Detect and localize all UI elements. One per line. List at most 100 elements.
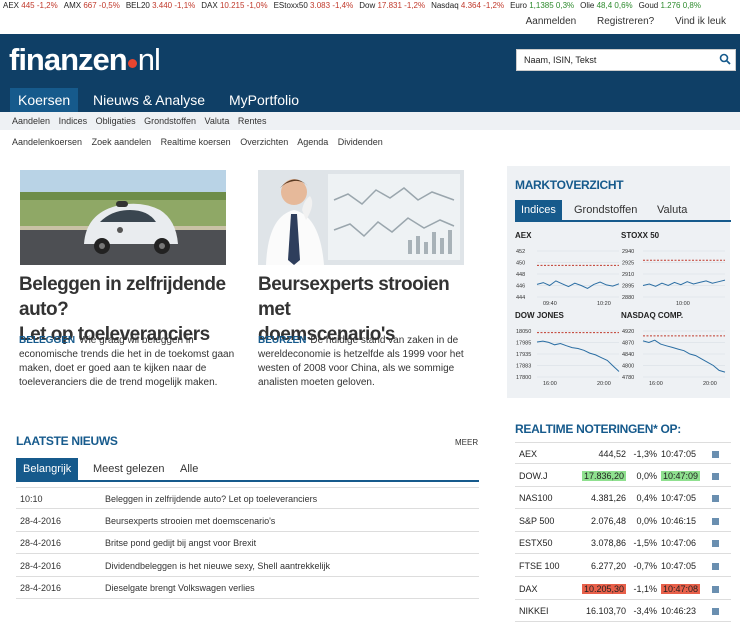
realtime-row[interactable]: S&P 500 2.076,48 0,0% 10:46:15 xyxy=(515,510,731,532)
calendar-icon[interactable] xyxy=(712,517,719,525)
quote-name[interactable]: S&P 500 xyxy=(519,510,554,532)
subnav-obligaties[interactable]: Obligaties xyxy=(96,116,136,126)
news-title[interactable]: Beleggen in zelfrijdende auto? Let op to… xyxy=(105,488,317,510)
ticker-item[interactable]: Olie 48,4 0,6% xyxy=(580,1,633,10)
subnav-agenda[interactable]: Agenda xyxy=(297,137,328,147)
news-row[interactable]: 28-4-2016 Beursexperts strooien met doems… xyxy=(16,510,479,532)
quote-name[interactable]: AEX xyxy=(519,443,537,465)
tab-belangrijk[interactable]: Belangrijk xyxy=(16,458,79,480)
subnav-indices[interactable]: Indices xyxy=(59,116,88,126)
news-title[interactable]: Britse pond gedijt bij angst voor Brexit xyxy=(105,532,256,554)
quote-value-text: 444,52 xyxy=(598,449,626,459)
article-image-broker[interactable] xyxy=(258,170,464,265)
tab-valuta[interactable]: Valuta xyxy=(651,200,693,220)
site-logo[interactable]: finanzen nl xyxy=(9,42,161,78)
mini-chart[interactable]: STOXX 50 2940 2925 2910 2895 2880 10:00 xyxy=(621,231,727,307)
article-image-car[interactable] xyxy=(20,170,226,265)
ticker-name: Nasdaq xyxy=(431,1,459,10)
tab-indices[interactable]: Indices xyxy=(515,200,562,220)
like-link[interactable]: Vind ik leuk xyxy=(675,16,726,27)
news-title[interactable]: Dieselgate brengt Volkswagen verlies xyxy=(105,577,255,599)
calendar-icon[interactable] xyxy=(712,563,719,570)
realtime-row[interactable]: AEX 444,52 -1,3% 10:47:05 xyxy=(515,442,731,464)
quote-change: 0,0% xyxy=(636,515,657,526)
quote-name[interactable]: FTSE 100 xyxy=(519,555,560,577)
mini-chart[interactable]: AEX 452 450 448 446 444 09:40 10:20 xyxy=(515,231,621,307)
quote-value: 10.205,30 xyxy=(571,578,626,600)
subnav-valuta[interactable]: Valuta xyxy=(205,116,230,126)
news-row[interactable]: 28-4-2016 Dieselgate brengt Volkswagen ve… xyxy=(16,577,479,599)
ticker-item[interactable]: AMX 667 -0,5% xyxy=(64,1,120,10)
login-link[interactable]: Aanmelden xyxy=(526,16,577,27)
realtime-row[interactable]: ESTX50 3.078,86 -1,5% 10:47:06 xyxy=(515,532,731,555)
mini-chart-title: DOW JONES xyxy=(515,311,564,320)
mini-chart[interactable]: NASDAQ COMP. 4920 4870 4840 4800 4780 16:00 20:… xyxy=(621,311,727,387)
realtime-row[interactable]: DAX 10.205,30 -1,1% 10:47:08 xyxy=(515,578,731,600)
calendar-icon[interactable] xyxy=(712,495,719,503)
news-title[interactable]: Dividendbeleggen is het nieuwe sexy, She… xyxy=(105,555,330,577)
ticker-name: BEL20 xyxy=(125,1,150,10)
quote-value-text: 4.381,26 xyxy=(590,493,626,504)
article-title-2-line1[interactable]: Beursexperts strooien met xyxy=(258,272,483,322)
calendar-icon[interactable] xyxy=(712,585,719,593)
calendar-icon[interactable] xyxy=(712,451,719,458)
tab-meest-gelezen[interactable]: Meest gelezen xyxy=(86,458,172,480)
ticker-item[interactable]: AEX 445 -1,2% xyxy=(3,1,58,10)
more-news-link[interactable]: MEER xyxy=(455,438,478,447)
ticker-change: 0,8% xyxy=(682,1,701,10)
ticker-item[interactable]: Nasdaq 4.364 -1,2% xyxy=(431,1,504,10)
register-link[interactable]: Registreren? xyxy=(597,16,654,27)
calendar-icon[interactable] xyxy=(712,472,719,480)
quote-time-text: 10:47:05 xyxy=(661,493,697,504)
quote-name[interactable]: ESTX50 xyxy=(519,532,553,554)
quote-name[interactable]: NIKKEI xyxy=(519,600,549,622)
y-tick-label: 17985 xyxy=(516,341,531,347)
subnav-aandelenkoersen[interactable]: Aandelenkoersen xyxy=(12,137,82,147)
quote-value-text: 10.205,30 xyxy=(581,583,626,594)
mini-chart[interactable]: DOW JONES 18050 17985 17935 17883 17800 16:00 2… xyxy=(515,311,621,387)
subnav-overzichten[interactable]: Overzichten xyxy=(240,137,288,147)
subnav-realtime-koersen[interactable]: Realtime koersen xyxy=(161,137,231,147)
subnav-zoek-aandelen[interactable]: Zoek aandelen xyxy=(92,137,152,147)
news-row[interactable]: 10:10 Beleggen in zelfrijdende auto? Let … xyxy=(16,487,479,509)
ticker-item[interactable]: DAX 10.215 -1,0% xyxy=(201,1,267,10)
ticker-item[interactable]: BEL20 3.440 -1,1% xyxy=(126,1,195,10)
news-date: 10:10 xyxy=(20,494,43,504)
sub-nav-secondary: Aandelenkoersen Zoek aandelen Realtime k… xyxy=(0,134,740,150)
realtime-row[interactable]: DOW.J 17.836,20 0,0% 10:47:09 xyxy=(515,465,731,487)
ticker-change: -1,2% xyxy=(36,1,58,10)
subnav-grondstoffen[interactable]: Grondstoffen xyxy=(144,116,196,126)
search-icon[interactable] xyxy=(719,53,731,65)
calendar-icon[interactable] xyxy=(712,608,719,616)
ticker-name: Olie xyxy=(580,1,595,10)
article-tag-1[interactable]: BELEGGEN xyxy=(19,335,75,346)
ticker-item[interactable]: Euro 1,1385 0,3% xyxy=(510,1,574,10)
realtime-row[interactable]: FTSE 100 6.277,20 -0,7% 10:47:05 xyxy=(515,555,731,577)
realtime-row[interactable]: NAS100 4.381,26 0,4% 10:47:05 xyxy=(515,487,731,510)
nav-myportfolio[interactable]: MyPortfolio xyxy=(221,88,307,112)
quote-value-text: 17.836,20 xyxy=(581,470,626,481)
realtime-row[interactable]: NIKKEI 16.103,70 -3,4% 10:46:23 xyxy=(515,600,731,622)
calendar-icon[interactable] xyxy=(712,540,719,548)
ticker-item[interactable]: EStoxx50 3.083 -1,4% xyxy=(274,1,354,10)
news-row[interactable]: 28-4-2016 Dividendbeleggen is het nieuwe … xyxy=(16,555,479,577)
quote-name[interactable]: DAX xyxy=(519,578,538,600)
article-tag-2[interactable]: BEURZEN xyxy=(258,335,306,346)
ticker-item[interactable]: Dow 17.831 -1,2% xyxy=(359,1,425,10)
tab-grondstoffen[interactable]: Grondstoffen xyxy=(568,200,643,220)
search-input[interactable] xyxy=(517,50,707,70)
quote-name[interactable]: DOW.J xyxy=(519,465,548,487)
news-row[interactable]: 28-4-2016 Britse pond gedijt bij angst vo… xyxy=(16,532,479,554)
ticker-name: EStoxx50 xyxy=(273,1,308,10)
subnav-aandelen[interactable]: Aandelen xyxy=(12,116,50,126)
subnav-rentes[interactable]: Rentes xyxy=(238,116,267,126)
article-title-1-line1[interactable]: Beleggen in zelfrijdende auto? xyxy=(19,272,244,322)
nav-koersen[interactable]: Koersen xyxy=(10,88,79,112)
tab-alle[interactable]: Alle xyxy=(173,458,205,480)
ticker-item[interactable]: Goud 1.276 0,8% xyxy=(639,1,701,10)
nav-nieuws-analyse[interactable]: Nieuws & Analyse xyxy=(85,88,213,112)
news-title[interactable]: Beursexperts strooien met doemscenario's xyxy=(105,510,275,532)
quote-name[interactable]: NAS100 xyxy=(519,487,553,509)
subnav-dividenden[interactable]: Dividenden xyxy=(338,137,383,147)
logo-dot xyxy=(127,59,137,68)
